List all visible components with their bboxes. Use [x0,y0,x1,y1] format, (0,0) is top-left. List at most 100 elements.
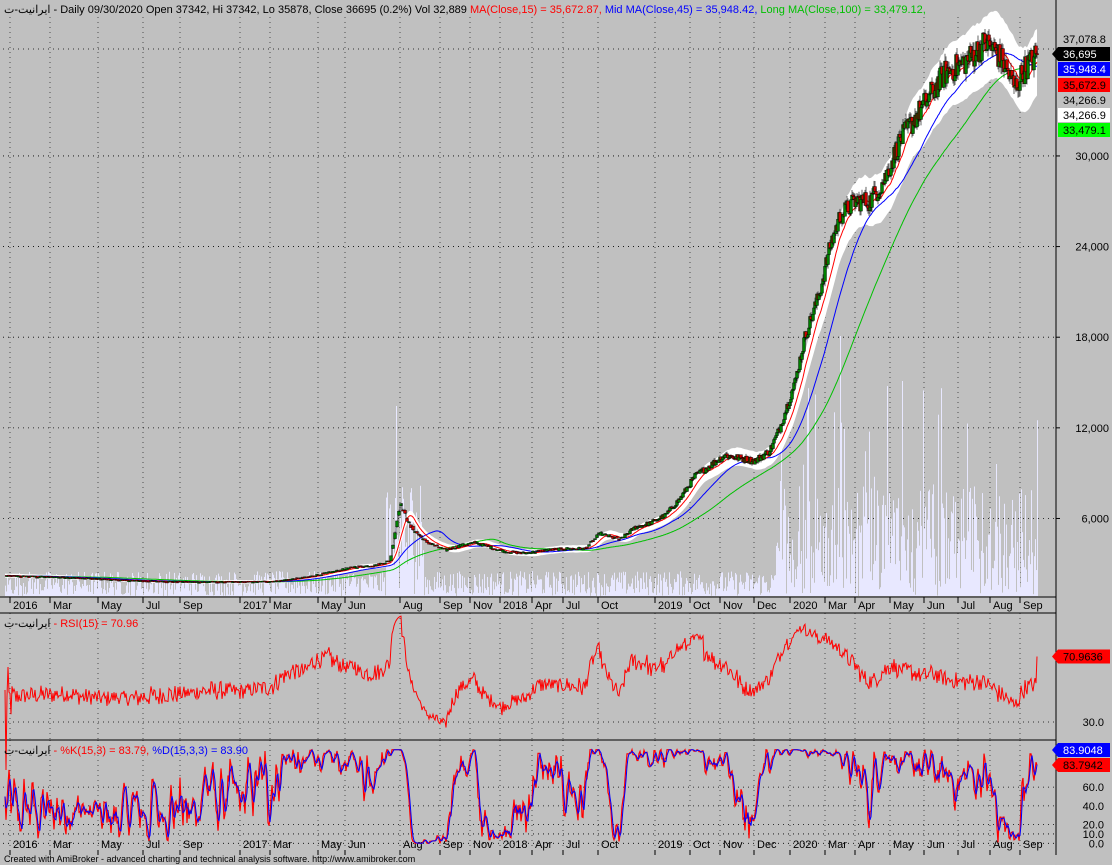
volume-bar [59,586,60,596]
volume-bar [117,572,118,596]
date-label-bottom: Nov [473,839,493,851]
volume-bar [756,581,757,596]
candle-body [782,419,786,424]
volume-bar [914,578,915,596]
volume-bar [411,488,412,596]
volume-bar [475,577,476,596]
volume-bar [1028,555,1029,596]
volume-bar [846,578,847,596]
volume-bar [692,592,693,596]
date-label-bottom: Apr [535,839,552,851]
volume-bar [693,583,694,596]
volume-bar [571,575,572,596]
volume-bar [345,595,346,596]
volume-bar [1012,499,1013,596]
volume-bar [54,584,55,596]
volume-bar [136,589,137,596]
volume-bar [260,588,261,596]
volume-bar [445,585,446,596]
date-label: May [893,600,914,612]
volume-bar [649,579,650,596]
volume-bar [990,508,991,596]
volume-bar [703,588,704,596]
volume-bar [149,589,150,596]
volume-bar [517,576,518,596]
symbol-name: ایرانیت-ت [4,4,50,16]
volume-bar [302,585,303,596]
volume-bar [513,591,514,596]
volume-bar [964,537,965,596]
volume-bar [464,577,465,596]
volume-bar [60,591,61,596]
volume-bar [690,587,691,596]
volume-bar [451,590,452,596]
volume-bar [526,592,527,596]
volume-bar [379,590,380,596]
volume-bar [137,585,138,596]
volume-bar [374,576,375,596]
volume-bar [978,540,979,596]
date-label-bottom: Sep [1023,839,1043,851]
volume-bar [730,578,731,596]
volume-bar [520,571,521,596]
volume-bar [467,588,468,596]
volume-bar [746,572,747,596]
volume-bar [895,564,896,596]
date-label: Jul [566,600,580,612]
volume-bar [170,589,171,596]
volume-bar [109,588,110,596]
volume-bar [24,593,25,596]
volume-bar [525,579,526,596]
volume-bar [577,584,578,596]
volume-bar [378,589,379,596]
volume-bar [401,553,402,596]
volume-bar [753,589,754,596]
volume-bar [555,594,556,596]
volume-bar [863,486,864,596]
volume-bar [325,594,326,596]
volume-bar [939,580,940,596]
volume-bar [890,562,891,596]
volume-bar [915,594,916,596]
volume-bar [1006,524,1007,596]
volume-bar [512,595,513,596]
volume-bar [975,504,976,596]
volume-bar [572,593,573,596]
volume-bar [158,594,159,596]
volume-bar [710,583,711,596]
volume-bar [551,587,552,596]
volume-bar [962,541,963,596]
volume-bar [200,573,201,596]
volume-bar [794,587,795,596]
volume-bar [859,525,860,596]
volume-bar [855,593,856,596]
volume-bar [844,428,845,596]
volume-bar [352,575,353,596]
volume-bar [106,593,107,596]
date-label-bottom: Jul [961,839,975,851]
volume-bar [531,591,532,596]
volume-bar [706,583,707,596]
volume-bar [536,584,537,596]
volume-bar [444,575,445,596]
volume-bar [820,515,821,596]
volume-bar [64,588,65,596]
volume-bar [924,528,925,596]
volume-bar [828,538,829,596]
ma-mid-label: Mid MA(Close,45) = 35,948.42, [602,4,758,16]
volume-bar [11,589,12,596]
volume-bar [714,585,715,596]
volume-bar [632,578,633,596]
volume-bar [768,590,769,596]
price-pane[interactable] [3,10,1056,597]
volume-bar [843,587,844,596]
volume-bar [363,580,364,596]
volume-bar [502,574,503,596]
candle-body [423,538,427,541]
volume-bar [487,576,488,596]
volume-bar [138,572,139,596]
volume-bar [132,573,133,596]
volume-bar [1020,587,1021,596]
volume-bar [630,586,631,596]
volume-bar [69,584,70,596]
